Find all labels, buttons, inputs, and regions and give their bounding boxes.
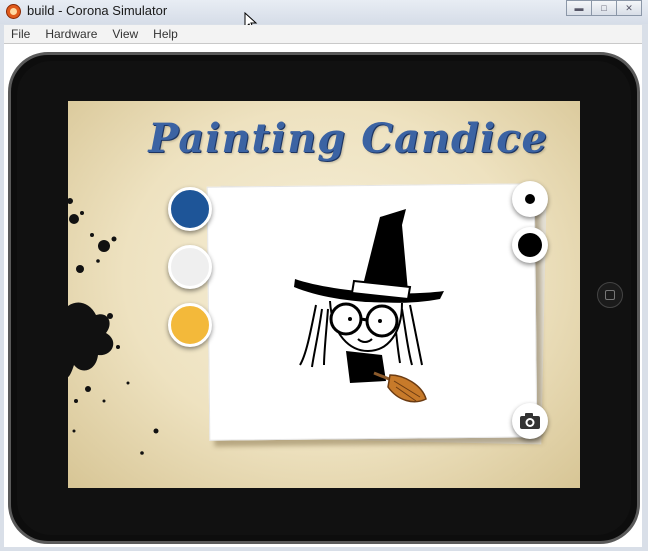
minimize-button[interactable]: ▬ bbox=[566, 0, 592, 16]
menu-view[interactable]: View bbox=[105, 27, 145, 41]
color-swatch-blue[interactable] bbox=[168, 187, 212, 231]
color-swatch-yellow[interactable] bbox=[168, 303, 212, 347]
app-title: Painting Candice bbox=[148, 115, 548, 162]
close-button[interactable]: ✕ bbox=[616, 0, 642, 16]
ipad-home-button[interactable] bbox=[597, 282, 623, 308]
menu-hardware[interactable]: Hardware bbox=[38, 27, 104, 41]
menu-bar: File Hardware View Help bbox=[4, 25, 642, 44]
menu-file[interactable]: File bbox=[4, 27, 37, 41]
maximize-button[interactable]: □ bbox=[591, 0, 617, 16]
camera-icon bbox=[520, 413, 540, 429]
large-brush-dot-icon bbox=[518, 233, 542, 257]
small-brush-button[interactable] bbox=[512, 181, 548, 217]
window-title: build - Corona Simulator bbox=[27, 3, 168, 18]
small-brush-dot-icon bbox=[525, 194, 535, 204]
color-swatch-white[interactable] bbox=[168, 245, 212, 289]
corona-app-icon bbox=[6, 4, 21, 19]
large-brush-button[interactable] bbox=[512, 227, 548, 263]
window-controls: ▬ □ ✕ bbox=[566, 0, 642, 18]
app-screen: Painting Candice bbox=[68, 101, 580, 488]
window-title-bar[interactable]: build - Corona Simulator ▬ □ ✕ bbox=[0, 0, 648, 24]
menu-help[interactable]: Help bbox=[146, 27, 185, 41]
camera-button[interactable] bbox=[512, 403, 548, 439]
witch-coloring-image[interactable] bbox=[290, 205, 450, 415]
